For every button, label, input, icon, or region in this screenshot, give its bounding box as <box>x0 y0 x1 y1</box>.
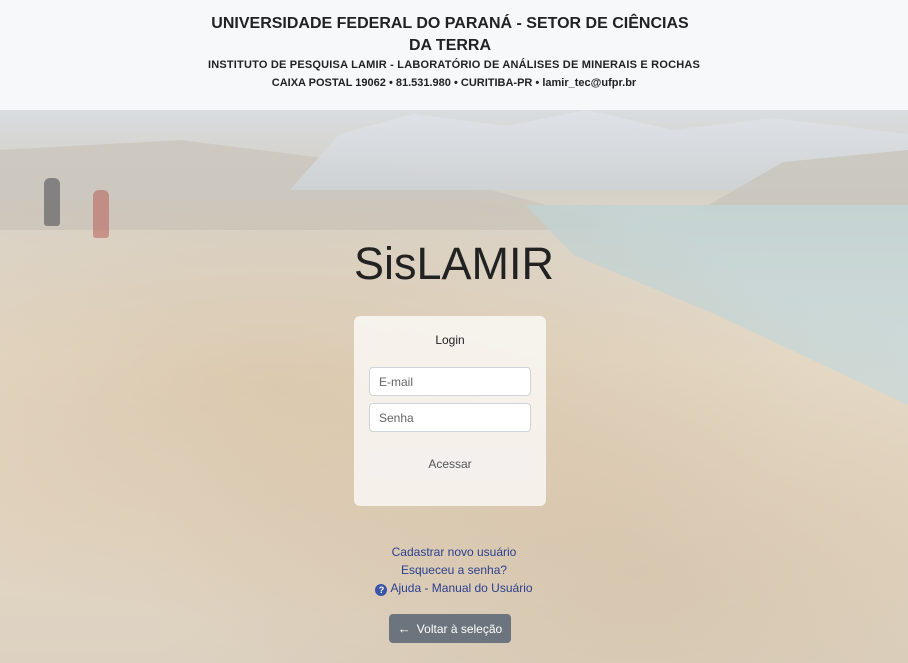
university-title: UNIVERSIDADE FEDERAL DO PARANÁ - SETOR D… <box>211 15 689 54</box>
password-input[interactable] <box>369 403 531 432</box>
app-title: SisLAMIR <box>353 238 555 289</box>
institute-subtitle: INSTITUTO DE PESQUISA LAMIR - LABORATÓRI… <box>207 59 701 71</box>
auth-links: Cadastrar novo usuário Esqueceu a senha?… <box>0 543 908 597</box>
email-input[interactable] <box>369 367 531 396</box>
background-person <box>93 190 109 238</box>
help-manual-link[interactable]: ? Ajuda - Manual do Usuário <box>375 579 533 597</box>
arrow-left-icon: ← <box>397 621 411 636</box>
forgot-password-link[interactable]: Esqueceu a senha? <box>401 561 507 579</box>
login-title: Login <box>435 333 465 347</box>
contact-info: CAIXA POSTAL 19062 • 81.531.980 • CURITI… <box>271 77 637 89</box>
register-link[interactable]: Cadastrar novo usuário <box>392 543 517 561</box>
page-header: UNIVERSIDADE FEDERAL DO PARANÁ - SETOR D… <box>0 0 908 110</box>
background-person <box>44 178 60 226</box>
back-button-label: Voltar à seleção <box>416 621 503 636</box>
back-to-selection-button[interactable]: ← Voltar à seleção <box>389 614 511 643</box>
login-card: Login Acessar <box>354 316 546 506</box>
access-button[interactable]: Acessar <box>369 449 531 479</box>
question-circle-icon: ? <box>375 584 388 596</box>
help-manual-label: Ajuda - Manual do Usuário <box>390 581 533 595</box>
